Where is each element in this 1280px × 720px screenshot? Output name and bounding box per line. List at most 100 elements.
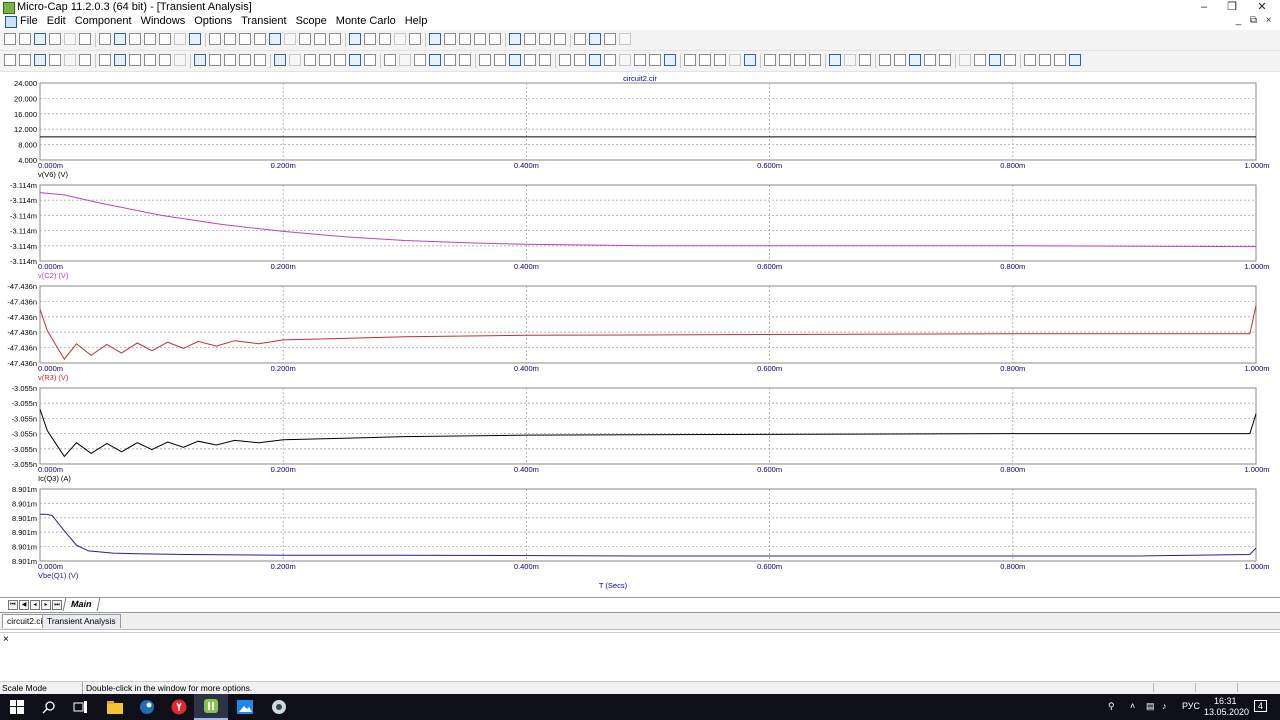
taskbar-steam[interactable] <box>130 694 164 720</box>
main-tool-4-icon[interactable] <box>49 33 61 45</box>
analysis-tool-33-icon[interactable] <box>509 54 521 66</box>
search-button[interactable] <box>32 694 66 720</box>
analysis-tool-14-icon[interactable] <box>209 54 221 66</box>
main-tool-21-icon[interactable] <box>314 33 326 45</box>
taskbar-file-explorer[interactable] <box>98 694 132 720</box>
network-icon[interactable]: ▤ <box>1146 701 1155 712</box>
main-tool-14-icon[interactable] <box>209 33 221 45</box>
analysis-tool-9-icon[interactable] <box>129 54 141 66</box>
analysis-tool-45-icon[interactable] <box>699 54 711 66</box>
analysis-tool-15-icon[interactable] <box>224 54 236 66</box>
analysis-tool-28-icon[interactable] <box>429 54 441 66</box>
menu-help[interactable]: Help <box>405 15 428 27</box>
volume-icon[interactable]: ♪ <box>1162 701 1167 711</box>
analysis-tool-29-icon[interactable] <box>444 54 456 66</box>
analysis-tool-51-icon[interactable] <box>794 54 806 66</box>
transient-plot-area[interactable]: circuit2.cir 24.000 20.000 16.000 12.000 8.00… <box>0 72 1280 596</box>
analysis-tool-49-icon[interactable] <box>764 54 776 66</box>
main-tool-6-icon[interactable] <box>79 33 91 45</box>
prev-sheet-button[interactable]: ◂ <box>30 600 40 610</box>
start-button[interactable] <box>0 694 34 720</box>
analysis-tool-54-icon[interactable] <box>844 54 856 66</box>
menu-options[interactable]: Options <box>194 15 232 27</box>
analysis-tool-66-icon[interactable] <box>1039 54 1051 66</box>
main-tool-19-icon[interactable] <box>284 33 296 45</box>
analysis-tool-19-icon[interactable] <box>289 54 301 66</box>
mdi-close-button[interactable]: × <box>1261 15 1276 26</box>
tray-chevron-icon[interactable]: ˄ <box>1130 701 1135 711</box>
main-tool-26-icon[interactable] <box>394 33 406 45</box>
analysis-tool-21-icon[interactable] <box>319 54 331 66</box>
menu-monte-carlo[interactable]: Monte Carlo <box>336 15 396 27</box>
analysis-tool-24-icon[interactable] <box>364 54 376 66</box>
main-tool-30-icon[interactable] <box>459 33 471 45</box>
analysis-tool-10-icon[interactable] <box>144 54 156 66</box>
taskbar-photos[interactable] <box>228 694 262 720</box>
analysis-tool-37-icon[interactable] <box>574 54 586 66</box>
analysis-tool-55-icon[interactable] <box>859 54 871 66</box>
analysis-tool-56-icon[interactable] <box>879 54 891 66</box>
analysis-tool-31-icon[interactable] <box>479 54 491 66</box>
analysis-tool-7-icon[interactable] <box>99 54 111 66</box>
menu-component[interactable]: Component <box>75 15 132 27</box>
analysis-tool-43-icon[interactable] <box>664 54 676 66</box>
main-tool-15-icon[interactable] <box>224 33 236 45</box>
analysis-tool-57-icon[interactable] <box>894 54 906 66</box>
analysis-tool-8-icon[interactable] <box>114 54 126 66</box>
main-tool-28-icon[interactable] <box>429 33 441 45</box>
analysis-tool-1-icon[interactable] <box>4 54 16 66</box>
main-tool-20-icon[interactable] <box>299 33 311 45</box>
prev-page-button[interactable]: ◀ <box>19 600 29 610</box>
main-tool-12-icon[interactable] <box>174 33 186 45</box>
main-tool-24-icon[interactable] <box>364 33 376 45</box>
clock-date[interactable]: 13.05.2020 <box>1204 707 1249 717</box>
maximize-button[interactable]: ❐ <box>1220 0 1244 14</box>
analysis-tool-25-icon[interactable] <box>384 54 396 66</box>
analysis-tool-20-icon[interactable] <box>304 54 316 66</box>
menu-scope[interactable]: Scope <box>296 15 327 27</box>
analysis-tool-4-icon[interactable] <box>49 54 61 66</box>
minimize-button[interactable]: – <box>1192 0 1216 14</box>
sheet-tab-main[interactable]: Main <box>62 598 100 611</box>
analysis-tool-2-icon[interactable] <box>19 54 31 66</box>
main-tool-35-icon[interactable] <box>539 33 551 45</box>
analysis-tool-62-icon[interactable] <box>974 54 986 66</box>
main-tool-3-icon[interactable] <box>34 33 46 45</box>
analysis-tool-3-icon[interactable] <box>34 54 46 66</box>
main-tool-31-icon[interactable] <box>474 33 486 45</box>
analysis-tool-39-icon[interactable] <box>604 54 616 66</box>
main-tool-38-icon[interactable] <box>589 33 601 45</box>
analysis-tool-41-icon[interactable] <box>634 54 646 66</box>
menu-file[interactable]: File <box>20 15 38 27</box>
document-icon[interactable] <box>5 16 17 28</box>
main-tool-13-icon[interactable] <box>189 33 201 45</box>
main-tool-34-icon[interactable] <box>524 33 536 45</box>
analysis-tool-65-icon[interactable] <box>1024 54 1036 66</box>
main-tool-37-icon[interactable] <box>574 33 586 45</box>
analysis-tool-26-icon[interactable] <box>399 54 411 66</box>
main-tool-17-icon[interactable] <box>254 33 266 45</box>
analysis-tool-61-icon[interactable] <box>959 54 971 66</box>
analysis-tool-46-icon[interactable] <box>714 54 726 66</box>
main-tool-29-icon[interactable] <box>444 33 456 45</box>
main-tool-27-icon[interactable] <box>409 33 421 45</box>
notification-center-icon[interactable]: 4 <box>1254 700 1268 712</box>
analysis-tool-34-icon[interactable] <box>524 54 536 66</box>
main-tool-5-icon[interactable] <box>64 33 76 45</box>
people-icon[interactable]: ⚲ <box>1108 701 1115 712</box>
main-tool-40-icon[interactable] <box>619 33 631 45</box>
analysis-tool-38-icon[interactable] <box>589 54 601 66</box>
taskbar-yandex-browser[interactable] <box>162 694 196 720</box>
analysis-tool-59-icon[interactable] <box>924 54 936 66</box>
taskbar-microcap[interactable] <box>194 694 228 720</box>
last-sheet-button[interactable]: ⏭ <box>52 600 62 610</box>
main-tool-25-icon[interactable] <box>379 33 391 45</box>
analysis-tool-22-icon[interactable] <box>334 54 346 66</box>
analysis-tool-60-icon[interactable] <box>939 54 951 66</box>
analysis-tool-13-icon[interactable] <box>194 54 206 66</box>
menu-edit[interactable]: Edit <box>47 15 66 27</box>
tab-transient-analysis[interactable]: Transient Analysis <box>42 614 121 628</box>
main-tool-7-icon[interactable] <box>99 33 111 45</box>
analysis-tool-68-icon[interactable] <box>1069 54 1081 66</box>
main-tool-33-icon[interactable] <box>509 33 521 45</box>
